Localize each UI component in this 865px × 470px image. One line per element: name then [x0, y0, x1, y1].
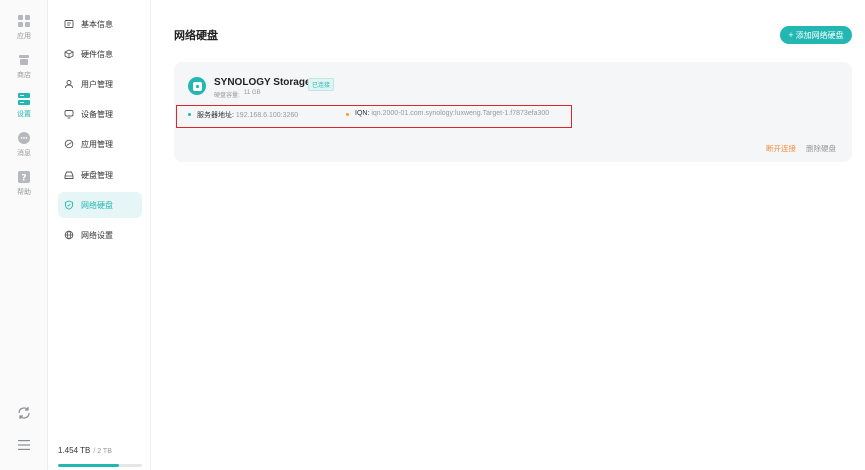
rail-item-apps[interactable]: 应用 — [0, 14, 48, 48]
iqn-row: IQN: iqn.2000-01.com.synology:luxweng.Ta… — [355, 110, 549, 117]
iqn-value: iqn.2000-01.com.synology:luxweng.Target-… — [371, 110, 550, 117]
server-status-dot — [188, 113, 191, 116]
help-icon: ? — [18, 171, 30, 184]
shield-icon — [65, 200, 73, 210]
rail-label-messages: 消息 — [17, 150, 31, 157]
nav-label-network-disk: 网络硬盘 — [81, 200, 113, 210]
rail-item-messages[interactable]: 消息 — [0, 131, 48, 165]
storage-total: / 2 TB — [93, 448, 112, 455]
cube-icon — [64, 49, 74, 59]
status-badge: 已连接 — [308, 78, 335, 91]
nav-item-hardware-info[interactable]: 硬件信息 — [58, 41, 142, 67]
disk-name: SYNOLOGY Storage — [214, 77, 311, 88]
app-rail: 应用 商店 设置 消息 ? 帮助 — [0, 0, 48, 470]
nav-label-disk-management: 硬盘管理 — [81, 170, 113, 180]
monitor-icon — [64, 110, 74, 119]
grid-icon — [18, 15, 30, 27]
info-icon — [64, 20, 74, 28]
add-network-disk-label: 添加网络硬盘 — [795, 30, 844, 40]
nav-label-user-management: 用户管理 — [81, 79, 113, 89]
nav-label-hardware-info: 硬件信息 — [81, 49, 113, 59]
settings-nav: 基本信息 硬件信息 用户管理 设备管理 应用管理 硬盘管理 网络硬盘 网络设置 — [48, 0, 151, 470]
server-address-value: 192.168.6.100:3260 — [235, 112, 299, 119]
nav-label-app-management: 应用管理 — [81, 139, 113, 149]
nav-item-app-management[interactable]: 应用管理 — [58, 131, 142, 157]
nav-item-disk-management[interactable]: 硬盘管理 — [58, 162, 142, 188]
rail-label-settings: 设置 — [17, 111, 31, 118]
disconnect-link[interactable]: 断开连接 — [766, 143, 796, 154]
rail-item-store[interactable]: 商店 — [0, 53, 48, 87]
rail-label-apps: 应用 — [17, 33, 31, 40]
storage-icon — [188, 77, 206, 95]
storage-usage: 1.454 TB/ 2 TB — [58, 440, 142, 467]
user-icon — [65, 80, 73, 89]
hamburger-icon — [18, 440, 30, 450]
nav-label-basic-info: 基本信息 — [81, 19, 113, 29]
nav-item-device-management[interactable]: 设备管理 — [58, 101, 142, 127]
rail-item-help[interactable]: ? 帮助 — [0, 170, 48, 204]
plus-icon: + — [788, 30, 794, 40]
storage-progress-fill — [58, 464, 120, 467]
add-network-disk-button[interactable]: + 添加网络硬盘 — [780, 26, 852, 44]
server-address-label: 服务器地址: — [197, 112, 234, 119]
nav-label-device-management: 设备管理 — [81, 109, 113, 119]
nav-item-user-management[interactable]: 用户管理 — [58, 71, 142, 97]
storage-progress-bar — [58, 464, 142, 467]
delete-disk-link[interactable]: 删除硬盘 — [806, 143, 836, 154]
iqn-status-dot — [346, 113, 349, 116]
store-icon — [19, 55, 29, 65]
rail-label-help: 帮助 — [17, 189, 31, 196]
iqn-label: IQN: — [355, 110, 370, 117]
svg-text:?: ? — [21, 174, 26, 184]
disk-icon — [64, 171, 74, 179]
refresh-button[interactable] — [0, 405, 48, 426]
capacity-value: 11 GB — [244, 90, 261, 96]
page-title: 网络硬盘 — [174, 30, 218, 42]
capacity-label: 硬盘容量: — [214, 93, 240, 99]
app-icon — [64, 139, 74, 149]
menu-button[interactable] — [0, 438, 48, 457]
rail-label-store: 商店 — [17, 72, 31, 79]
rail-item-settings[interactable]: 设置 — [0, 92, 48, 126]
nav-label-network-settings: 网络设置 — [81, 230, 113, 240]
storage-used: 1.454 TB — [58, 446, 91, 455]
refresh-icon — [18, 407, 30, 419]
globe-icon — [64, 230, 74, 240]
nav-item-network-settings[interactable]: 网络设置 — [58, 222, 142, 248]
nav-item-network-disk[interactable]: 网络硬盘 — [58, 192, 142, 218]
settings-icon — [18, 93, 30, 105]
nav-item-basic-info[interactable]: 基本信息 — [58, 11, 142, 37]
server-address-row: 服务器地址: 192.168.6.100:3260 — [197, 110, 298, 120]
network-disk-card: SYNOLOGY Storage 已连接 硬盘容量: 11 GB 服务器地址: … — [174, 62, 852, 162]
message-icon — [18, 132, 30, 144]
